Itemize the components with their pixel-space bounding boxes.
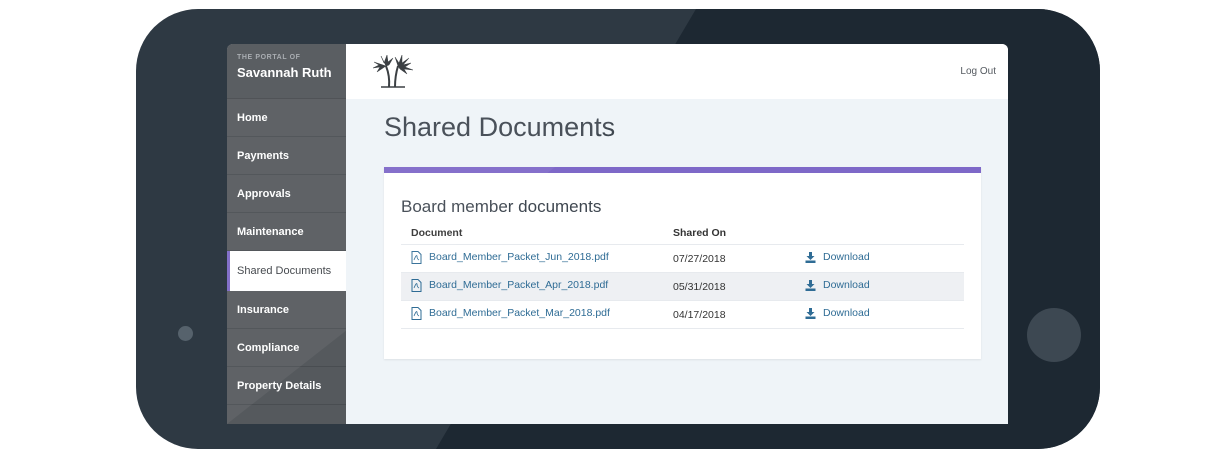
sidebar-item-approvals[interactable]: Approvals xyxy=(227,175,346,213)
download-label: Download xyxy=(823,251,870,264)
camera-dot xyxy=(178,326,193,341)
documents-table: Document Shared On Board_Member_Packet_J… xyxy=(401,222,964,329)
card-title: Board member documents xyxy=(401,197,602,216)
sidebar-item-compliance[interactable]: Compliance xyxy=(227,329,346,367)
sidebar-item-payments[interactable]: Payments xyxy=(227,137,346,175)
download-button[interactable]: Download xyxy=(805,307,870,319)
palm-trees-logo-icon[interactable] xyxy=(371,54,415,88)
sidebar: THE PORTAL OF Savannah Ruth Home Payment… xyxy=(227,44,346,424)
download-icon xyxy=(805,307,816,319)
download-icon xyxy=(805,251,816,263)
document-filename: Board_Member_Packet_Jun_2018.pdf xyxy=(429,251,609,263)
action-cell: Download xyxy=(795,244,964,273)
document-filename: Board_Member_Packet_Apr_2018.pdf xyxy=(429,279,609,291)
pdf-file-icon xyxy=(411,278,422,292)
download-button[interactable]: Download xyxy=(805,251,870,263)
documents-card: Board member documents Document Shared O… xyxy=(384,167,981,359)
column-header-shared-on: Shared On xyxy=(663,222,795,245)
table-row: Board_Member_Packet_Apr_2018.pdf 05/31/2… xyxy=(401,272,964,301)
column-header-document: Document xyxy=(401,222,663,245)
sidebar-item-home[interactable]: Home xyxy=(227,99,346,137)
document-link[interactable]: Board_Member_Packet_Mar_2018.pdf xyxy=(411,306,610,320)
action-cell: Download xyxy=(795,272,964,301)
logout-link[interactable]: Log Out xyxy=(960,66,996,77)
sidebar-item-shared-documents[interactable]: Shared Documents xyxy=(227,251,346,291)
sidebar-item-maintenance[interactable]: Maintenance xyxy=(227,213,346,251)
document-link[interactable]: Board_Member_Packet_Apr_2018.pdf xyxy=(411,278,609,292)
column-header-action xyxy=(795,222,964,245)
portal-owner-name: Savannah Ruth xyxy=(237,65,332,80)
portal-label: THE PORTAL OF xyxy=(237,54,301,61)
shared-on-cell: 04/17/2018 xyxy=(663,300,795,329)
download-icon xyxy=(805,279,816,291)
download-label: Download xyxy=(823,307,870,320)
shared-on-cell: 07/27/2018 xyxy=(663,244,795,273)
pdf-file-icon xyxy=(411,250,422,264)
pdf-file-icon xyxy=(411,306,422,320)
top-bar: Log Out xyxy=(346,44,1008,99)
download-label: Download xyxy=(823,279,870,292)
document-cell: Board_Member_Packet_Apr_2018.pdf xyxy=(401,272,663,301)
table-row: Board_Member_Packet_Jun_2018.pdf 07/27/2… xyxy=(401,244,964,273)
page-title: Shared Documents xyxy=(384,112,616,142)
sidebar-item-property-details[interactable]: Property Details xyxy=(227,367,346,405)
app-screen: THE PORTAL OF Savannah Ruth Home Payment… xyxy=(227,44,1008,424)
document-cell: Board_Member_Packet_Mar_2018.pdf xyxy=(401,300,663,329)
download-button[interactable]: Download xyxy=(805,279,870,291)
home-hardware-button[interactable] xyxy=(1027,308,1081,362)
document-filename: Board_Member_Packet_Mar_2018.pdf xyxy=(429,307,610,319)
document-cell: Board_Member_Packet_Jun_2018.pdf xyxy=(401,244,663,273)
action-cell: Download xyxy=(795,300,964,329)
document-link[interactable]: Board_Member_Packet_Jun_2018.pdf xyxy=(411,250,609,264)
table-row: Board_Member_Packet_Mar_2018.pdf 04/17/2… xyxy=(401,300,964,329)
table-header-row: Document Shared On xyxy=(401,222,964,245)
shared-on-cell: 05/31/2018 xyxy=(663,272,795,301)
sidebar-item-insurance[interactable]: Insurance xyxy=(227,291,346,329)
brand: THE PORTAL OF Savannah Ruth xyxy=(227,44,346,99)
